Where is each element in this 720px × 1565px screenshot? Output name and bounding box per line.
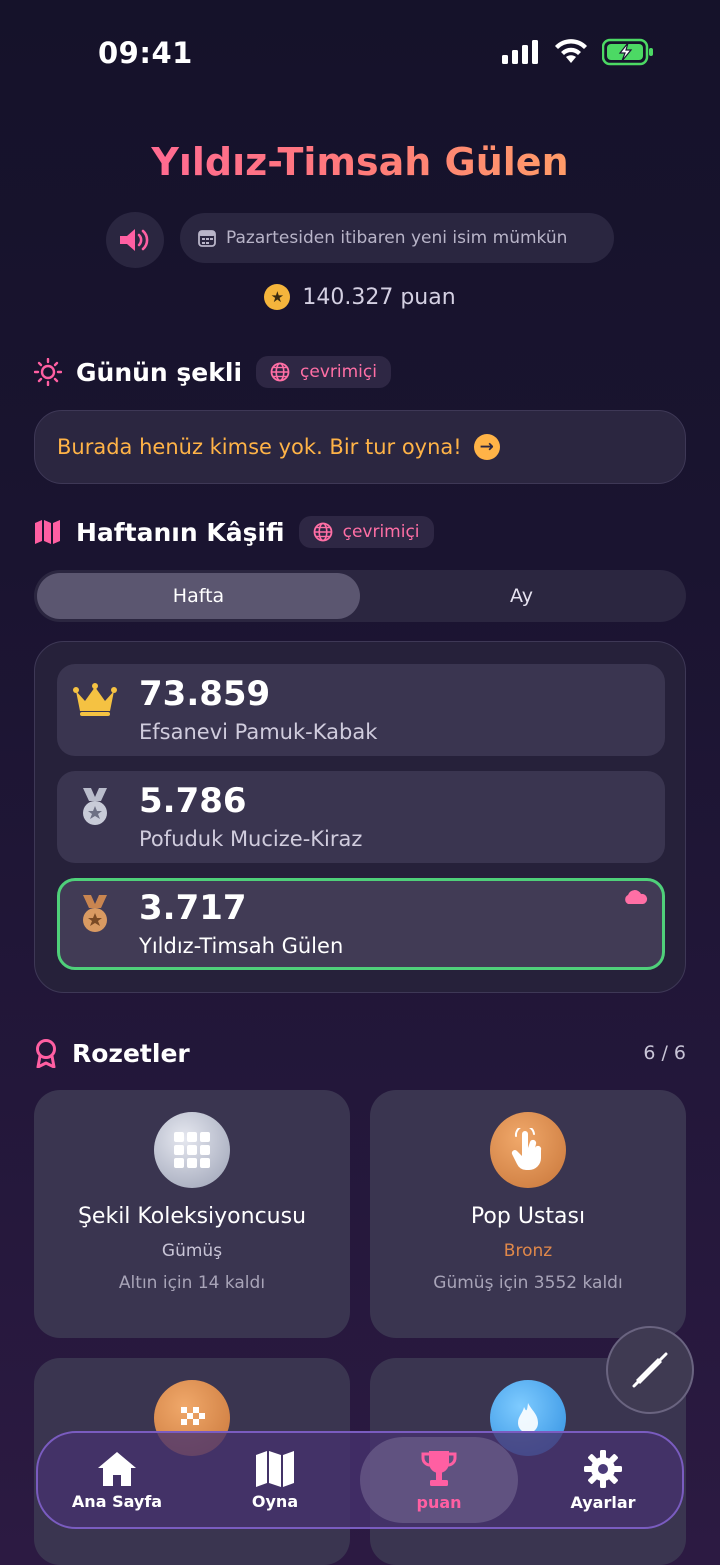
cloud-icon [625,890,648,904]
wifi-icon [555,39,587,63]
home-icon [98,1451,136,1486]
nav-label: Ayarlar [570,1492,636,1512]
tab-month[interactable]: Ay [360,573,683,619]
daily-shape-title: Günün şekli [76,357,243,387]
globe-icon [270,362,290,382]
nav-item-play[interactable]: Oyna [196,1437,354,1523]
globe-icon [313,522,332,542]
badge-card-pop-master[interactable]: Pop Ustası Bronz Gümüş için 3552 kaldı [370,1090,686,1338]
daily-shape-header: Günün şekli çevrimiçi [34,356,391,388]
gear-icon [584,1449,622,1488]
badge-next-goal: Gümüş için 3552 kaldı [433,1273,623,1293]
sun-icon [34,358,62,386]
grid-icon [154,1112,230,1188]
battery-charging-icon [602,38,653,66]
status-icons [502,38,654,66]
badge-next-goal: Altın için 14 kaldı [118,1273,266,1293]
rank-score: 5.786 [139,781,247,821]
rank-player-name: Yıldız-Timsah Gülen [139,934,344,958]
bronze-medal-icon [73,892,117,936]
bottom-navigation: Ana Sayfa Oyna puan Ayarlar [36,1431,684,1529]
crown-icon [73,678,117,722]
daily-shape-empty-card[interactable]: Burada henüz kimse yok. Bir tur oyna! → [34,410,686,484]
empty-message: Burada henüz kimse yok. Bir tur oyna! [57,435,462,459]
badges-header: Rozetler 6 / 6 [34,1038,686,1068]
rename-note-pill: Pazartesiden itibaren yeni isim mümkün [180,213,614,263]
explorer-title: Haftanın Kâşifi [76,517,285,547]
status-bar: 09:41 [0,0,720,100]
nav-item-settings[interactable]: Ayarlar [524,1437,682,1523]
badge-tier: Bronz [503,1241,553,1261]
arrow-right-icon: → [473,434,500,460]
rank-player-name: Efsanevi Pamuk-Kabak [139,720,378,744]
badges-count: 6 / 6 [643,1042,686,1064]
nav-label: Oyna [251,1491,299,1511]
rename-note-text: Pazartesiden itibaren yeni isim mümkün [226,228,568,248]
online-status-label: çevrimiçi [300,362,377,382]
period-segmented-control: Hafta Ay [34,570,686,622]
ribbon-badge-icon [36,1039,56,1068]
badge-card-shape-collector[interactable]: Şekil Koleksiyoncusu Gümüş Altın için 14… [34,1090,350,1338]
player-name: Yıldız-Timsah Gülen [0,140,720,184]
rank-score: 3.717 [139,888,247,928]
sound-button[interactable] [106,212,164,268]
points-display: ★ 140.327 puan [0,284,720,310]
nav-item-home[interactable]: Ana Sayfa [38,1437,196,1523]
slash-icon [632,1352,668,1388]
leaderboard-row-2[interactable]: 5.786 Pofuduk Mucize-Kiraz [57,771,665,863]
map-icon [35,520,60,544]
badges-title: Rozetler [72,1038,190,1068]
explorer-header: Haftanın Kâşifi çevrimiçi [34,516,434,548]
nav-label: puan [416,1492,462,1512]
badge-title: Pop Ustası [470,1204,586,1229]
silver-medal-icon [73,785,117,829]
tab-week[interactable]: Hafta [37,573,360,619]
hide-button[interactable] [606,1326,694,1414]
nav-item-points[interactable]: puan [360,1437,518,1523]
leaderboard-row-current-user[interactable]: 3.717 Yıldız-Timsah Gülen [57,878,665,970]
points-text: 140.327 puan [302,284,456,310]
online-status-pill: çevrimiçi [256,356,391,388]
online-status-label: çevrimiçi [342,522,420,542]
status-time: 09:41 [98,36,193,70]
map-icon [256,1450,294,1487]
rank-score: 73.859 [139,674,271,714]
leaderboard-row-1[interactable]: 73.859 Efsanevi Pamuk-Kabak [57,664,665,756]
leaderboard: 73.859 Efsanevi Pamuk-Kabak 5.786 Pofudu… [34,641,686,993]
cellular-signal-icon [502,40,538,64]
nav-label: Ana Sayfa [71,1491,163,1511]
online-status-pill: çevrimiçi [298,516,434,548]
tap-hand-icon [490,1112,566,1188]
calendar-icon [198,230,216,247]
star-coin-icon: ★ [264,284,291,310]
trophy-icon [421,1450,457,1486]
speaker-icon [120,229,149,251]
rank-player-name: Pofuduk Mucize-Kiraz [139,827,363,851]
badge-title: Şekil Koleksiyoncusu [77,1204,307,1229]
badge-tier: Gümüş [161,1241,223,1261]
